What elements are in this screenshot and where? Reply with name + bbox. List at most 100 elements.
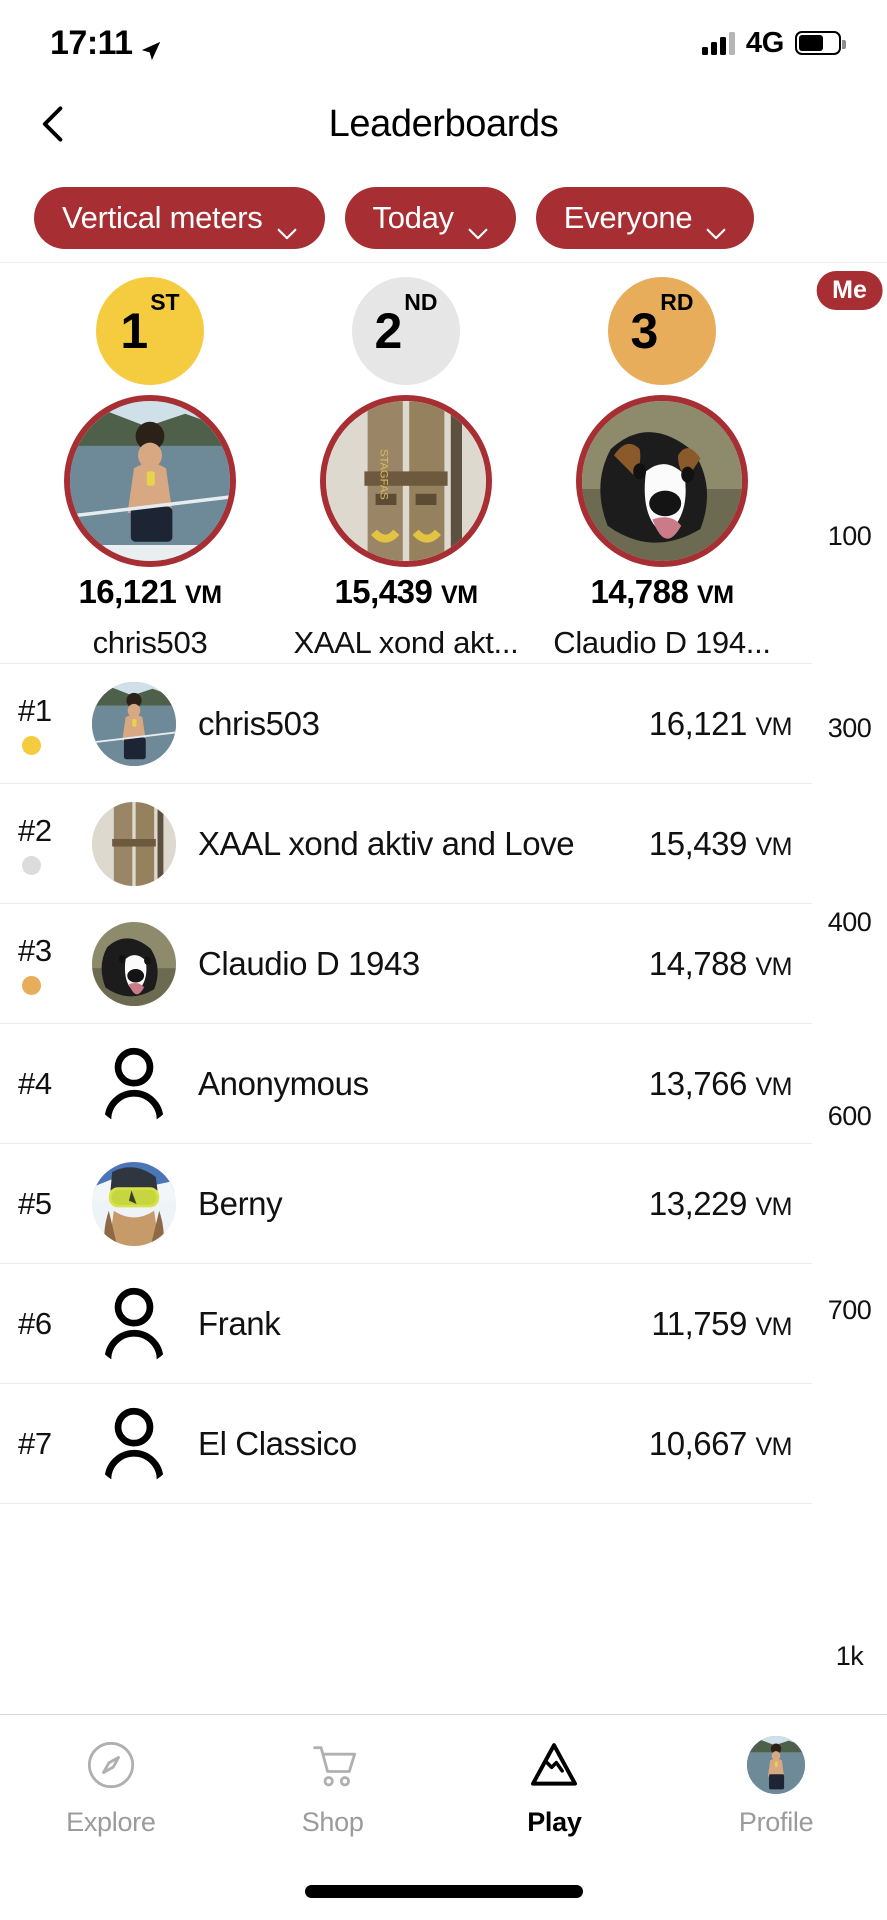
medal-badge-first: 1 ST — [96, 277, 204, 385]
avatar[interactable] — [92, 681, 176, 766]
podium-avatar-wrap: 3 RD — [575, 277, 750, 567]
podium-avatar-wrap: 1 ST — [63, 277, 238, 567]
compass-icon — [85, 1737, 137, 1793]
filter-metric-dropdown[interactable]: Vertical meters — [34, 187, 325, 249]
tab-play-label: Play — [527, 1807, 582, 1837]
medal-place: 3 — [630, 303, 658, 359]
tab-shop-label: Shop — [301, 1807, 364, 1837]
filter-metric-label: Vertical meters — [62, 200, 263, 235]
avatar[interactable] — [92, 801, 176, 886]
chevron-down-icon — [468, 212, 488, 240]
table-row[interactable]: #6 Frank 11,759 VM — [0, 1263, 812, 1383]
rail-label-700: 700 — [812, 1295, 887, 1326]
podium-first-place[interactable]: 1 ST 16,121 VM chris503 — [33, 277, 268, 663]
filter-timeframe-dropdown[interactable]: Today — [344, 187, 516, 249]
player-score-value: 11,759 — [651, 1304, 747, 1342]
medal-place: 1 — [120, 303, 148, 359]
photo-wooden-skis — [92, 801, 176, 886]
tab-profile-label: Profile — [738, 1807, 814, 1837]
tab-play[interactable]: Play — [444, 1715, 666, 1865]
avatar[interactable] — [64, 395, 236, 567]
network-label: 4G — [745, 26, 784, 59]
podium-score-value: 16,121 — [78, 573, 177, 610]
person-placeholder-icon — [104, 1047, 164, 1123]
table-row[interactable]: #3 Claudio D 1943 14,788 VM — [0, 903, 812, 1023]
rank-medal-dot — [22, 855, 41, 875]
rail-label-text: 400 — [827, 907, 872, 937]
cellular-bars-icon — [701, 31, 735, 55]
rail-label-text: 1k — [835, 1641, 864, 1671]
player-score-value: 13,229 — [648, 1184, 747, 1222]
player-score-value: 14,788 — [648, 944, 747, 982]
player-score-unit: VM — [755, 832, 793, 861]
player-name: Frank — [198, 1304, 281, 1342]
medal-ordinal: ST — [150, 289, 180, 315]
table-row-partial[interactable] — [0, 1503, 812, 1623]
medal-place: 2 — [374, 303, 402, 359]
avatar[interactable]: STAGFAS — [320, 395, 492, 567]
medal-ordinal: RD — [660, 289, 694, 315]
rail-label-600: 600 — [812, 1101, 887, 1132]
rank-scrollbar[interactable]: Me 100 300 400 600 700 1k — [812, 262, 887, 1714]
player-name: Claudio D 1943 — [198, 944, 420, 982]
table-row[interactable]: #7 El Classico 10,667 VM — [0, 1383, 812, 1503]
chevron-left-icon — [42, 106, 63, 142]
rank-number: #4 — [18, 1065, 52, 1101]
table-row[interactable]: #2 XAAL xond aktiv and Love 15,439 VM — [0, 783, 812, 903]
me-badge[interactable]: Me — [816, 271, 883, 310]
avatar-icon — [747, 1736, 806, 1794]
podium-name: chris503 — [92, 625, 208, 660]
rank-cell: #6 — [18, 1306, 92, 1342]
tab-explore[interactable]: Explore — [0, 1715, 222, 1865]
podium-score-value: 15,439 — [334, 573, 433, 610]
medal-badge-second: 2 ND — [352, 277, 460, 385]
nav-bar: Leaderboards — [0, 86, 887, 162]
leaderboards-screen: 17:11 4G Leaderboards Vertical meters To… — [0, 0, 887, 1920]
podium-score-unit: VM — [441, 581, 478, 609]
home-indicator — [304, 1885, 583, 1898]
player-score: 15,439 VM — [649, 825, 793, 863]
photo-man-on-boat — [92, 681, 176, 766]
location-arrow-icon — [140, 32, 162, 61]
podium-third-place[interactable]: 3 RD 14,788 VM Claudio D 194... — [545, 277, 780, 663]
avatar[interactable] — [92, 1282, 176, 1366]
player-score-unit: VM — [755, 1432, 793, 1461]
back-button[interactable] — [24, 94, 84, 154]
battery-icon — [795, 31, 846, 55]
player-score-value: 16,121 — [648, 704, 747, 742]
rail-label-text: 700 — [827, 1295, 872, 1325]
leaderboard-content[interactable]: 1 ST 16,121 VM chris503 2 ND STAGFAS 15,… — [0, 262, 812, 1714]
photo-man-on-boat — [70, 401, 230, 561]
avatar[interactable] — [92, 1402, 176, 1486]
svg-text:STAGFAS: STAGFAS — [377, 449, 389, 500]
rank-cell: #3 — [18, 933, 92, 995]
avatar[interactable] — [576, 395, 748, 567]
podium-second-place[interactable]: 2 ND STAGFAS 15,439 VM XAAL xond akt... — [289, 277, 524, 663]
player-score: 16,121 VM — [648, 704, 793, 743]
photo-wooden-skis: STAGFAS — [326, 401, 486, 561]
avatar[interactable] — [92, 921, 176, 1006]
avatar[interactable] — [92, 1042, 176, 1126]
tab-profile[interactable]: Profile — [665, 1715, 887, 1865]
photo-skier-goggles — [92, 1161, 176, 1246]
podium-score: 16,121 VM — [78, 573, 222, 611]
rank-number: #1 — [18, 692, 52, 728]
table-row[interactable]: #1 chris503 16,121 VM — [0, 663, 812, 783]
table-row[interactable]: #4 Anonymous 13,766 VM — [0, 1023, 812, 1143]
player-score: 11,759 VM — [651, 1305, 792, 1343]
bottom-tab-bar: Explore Shop Play Profile — [0, 1714, 887, 1920]
status-time: 17:11 — [50, 23, 133, 62]
player-score-unit: VM — [755, 1312, 793, 1341]
player-name: El Classico — [198, 1424, 357, 1462]
filter-audience-dropdown[interactable]: Everyone — [535, 187, 755, 249]
podium-name: Claudio D 194... — [553, 625, 771, 660]
medal-ordinal: ND — [404, 289, 438, 315]
podium-score: 15,439 VM — [334, 573, 478, 611]
tab-shop[interactable]: Shop — [222, 1715, 444, 1865]
rail-label-400: 400 — [812, 907, 887, 938]
table-row[interactable]: #5 Berny 13,229 VM — [0, 1143, 812, 1263]
photo-dog — [582, 401, 742, 561]
avatar[interactable] — [92, 1161, 176, 1246]
player-score-unit: VM — [755, 712, 793, 741]
rank-cell: #7 — [18, 1426, 92, 1462]
